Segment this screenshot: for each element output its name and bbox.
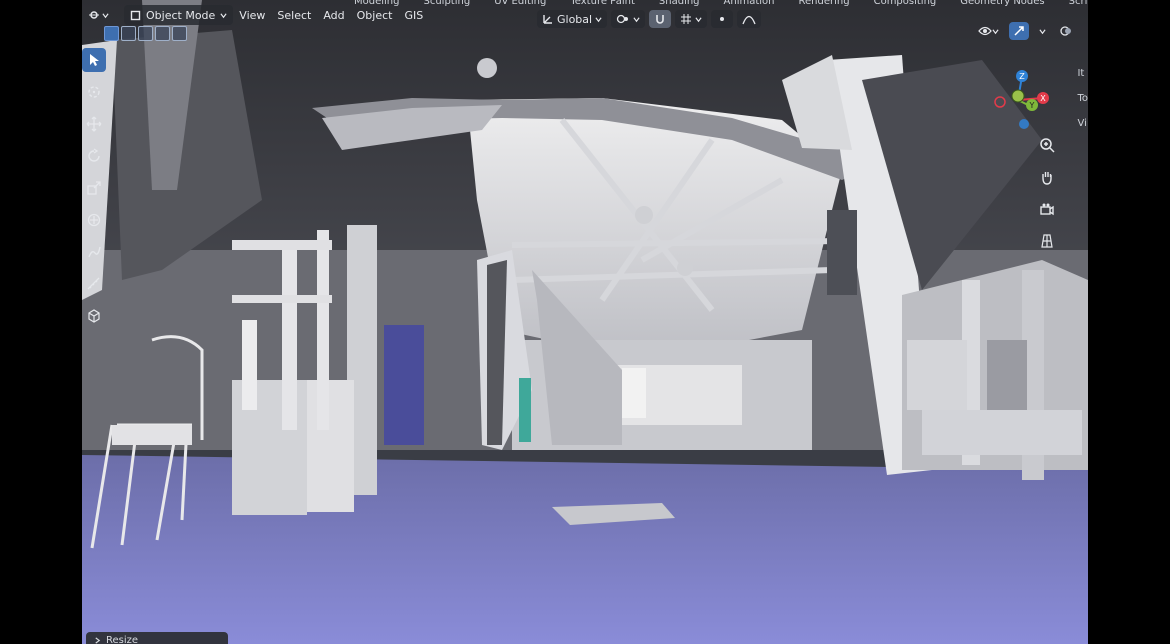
selection-mode-buttons <box>104 26 187 41</box>
snap-target-dropdown[interactable] <box>675 10 708 28</box>
pan-hand-icon <box>1042 172 1052 185</box>
pivot-point-dropdown[interactable] <box>611 10 646 28</box>
select-invert-button[interactable] <box>155 26 170 41</box>
transform-orientation-label: Global <box>557 12 593 26</box>
move-icon <box>86 116 102 132</box>
tool-shelf <box>82 48 108 328</box>
menu-select[interactable]: Select <box>271 5 317 25</box>
rotate-icon <box>88 148 100 162</box>
scale-tool[interactable] <box>82 176 106 200</box>
annotate-tool[interactable] <box>82 240 106 264</box>
gizmo-z-label: Z <box>1019 72 1025 81</box>
object-mode-icon <box>130 10 141 20</box>
chevron-down-icon <box>220 12 227 18</box>
gizmo-neg-x-axis[interactable] <box>994 96 1006 108</box>
falloff-curve-icon <box>742 15 756 25</box>
mode-dropdown[interactable]: Object Mode <box>124 5 234 25</box>
gizmo-x-label: X <box>1040 94 1046 103</box>
last-operator-panel[interactable]: Resize <box>86 632 228 644</box>
grid-view-icon <box>1041 234 1053 248</box>
visibility-icon <box>978 26 992 36</box>
gizmo-neg-z-axis[interactable] <box>1019 119 1029 129</box>
gizmo-toggle-icon <box>1014 26 1024 36</box>
chevron-right-icon <box>95 636 101 644</box>
pivot-icon <box>616 14 629 24</box>
menu-view[interactable]: View <box>233 5 271 25</box>
viewport-3d[interactable] <box>82 0 1088 644</box>
pan-button[interactable] <box>1036 166 1058 188</box>
gizmo-dropdown[interactable] <box>1035 22 1050 40</box>
sidebar-tab-item[interactable]: It <box>1077 68 1088 79</box>
transform-orientation-icon <box>543 15 552 24</box>
select-intersect-button[interactable] <box>172 26 187 41</box>
transform-icon <box>87 213 101 227</box>
overlay-icon <box>1060 26 1071 36</box>
select-box-icon <box>90 54 99 66</box>
chevron-down-icon <box>992 28 999 34</box>
rotate-tool[interactable] <box>82 144 106 168</box>
visibility-dropdown[interactable] <box>974 22 1003 40</box>
gizmo-toggle[interactable] <box>1009 22 1029 40</box>
proportional-edit-toggle[interactable] <box>711 10 734 28</box>
chevron-down-icon <box>633 16 640 22</box>
transform-tools: Global <box>537 10 762 28</box>
viewport-navigation <box>1036 134 1058 252</box>
select-extend-button[interactable] <box>121 26 136 41</box>
select-box-tool[interactable] <box>82 48 106 72</box>
menu-object[interactable]: Object <box>351 5 399 25</box>
move-tool[interactable] <box>82 112 106 136</box>
overlay-toggle[interactable] <box>1056 22 1076 40</box>
zoom-button[interactable] <box>1036 134 1058 156</box>
measure-tool[interactable] <box>82 272 106 296</box>
blender-window: Modeling Sculpting UV Editing Texture Pa… <box>82 0 1088 644</box>
scale-icon <box>87 181 101 195</box>
navigation-gizmo[interactable]: Z X Y <box>988 68 1058 132</box>
chevron-down-icon <box>695 16 702 22</box>
mode-label: Object Mode <box>146 8 216 22</box>
measure-icon <box>87 277 100 290</box>
annotate-icon <box>88 246 101 258</box>
snap-toggle[interactable] <box>649 10 672 28</box>
chevron-down-icon <box>102 12 109 18</box>
proportional-edit-icon <box>720 17 725 21</box>
select-subtract-button[interactable] <box>138 26 153 41</box>
sidebar-tab-view[interactable]: Vi <box>1077 118 1088 129</box>
menu-gis[interactable]: GIS <box>398 5 429 25</box>
operator-label: Resize <box>106 634 139 644</box>
select-new-button[interactable] <box>104 26 119 41</box>
viewport-display-tools <box>974 22 1076 40</box>
transform-tool[interactable] <box>82 208 106 232</box>
gizmo-y-label: Y <box>1029 101 1035 110</box>
sidebar-tabs: It To Vi <box>1077 68 1088 129</box>
chevron-down-icon <box>1039 28 1046 34</box>
add-cube-icon <box>88 309 100 323</box>
proportional-falloff-dropdown[interactable] <box>737 10 762 28</box>
camera-view-button[interactable] <box>1036 198 1058 220</box>
snap-icon <box>656 15 664 24</box>
zoom-icon <box>1040 138 1055 153</box>
grid-snap-icon <box>681 14 692 24</box>
menu-add[interactable]: Add <box>317 5 350 25</box>
cursor-tool[interactable] <box>82 80 106 104</box>
chevron-down-icon <box>595 16 602 22</box>
perspective-toggle-button[interactable] <box>1036 230 1058 252</box>
gizmo-neg-y-axis[interactable] <box>1011 89 1025 103</box>
editor-type-icon <box>89 11 99 19</box>
transform-orientation-dropdown[interactable]: Global <box>537 10 608 28</box>
cursor-icon <box>88 86 100 98</box>
add-cube-tool[interactable] <box>82 304 106 328</box>
editor-type-selector[interactable] <box>82 5 120 25</box>
camera-icon <box>1040 203 1054 216</box>
sidebar-tab-tool[interactable]: To <box>1077 93 1088 104</box>
